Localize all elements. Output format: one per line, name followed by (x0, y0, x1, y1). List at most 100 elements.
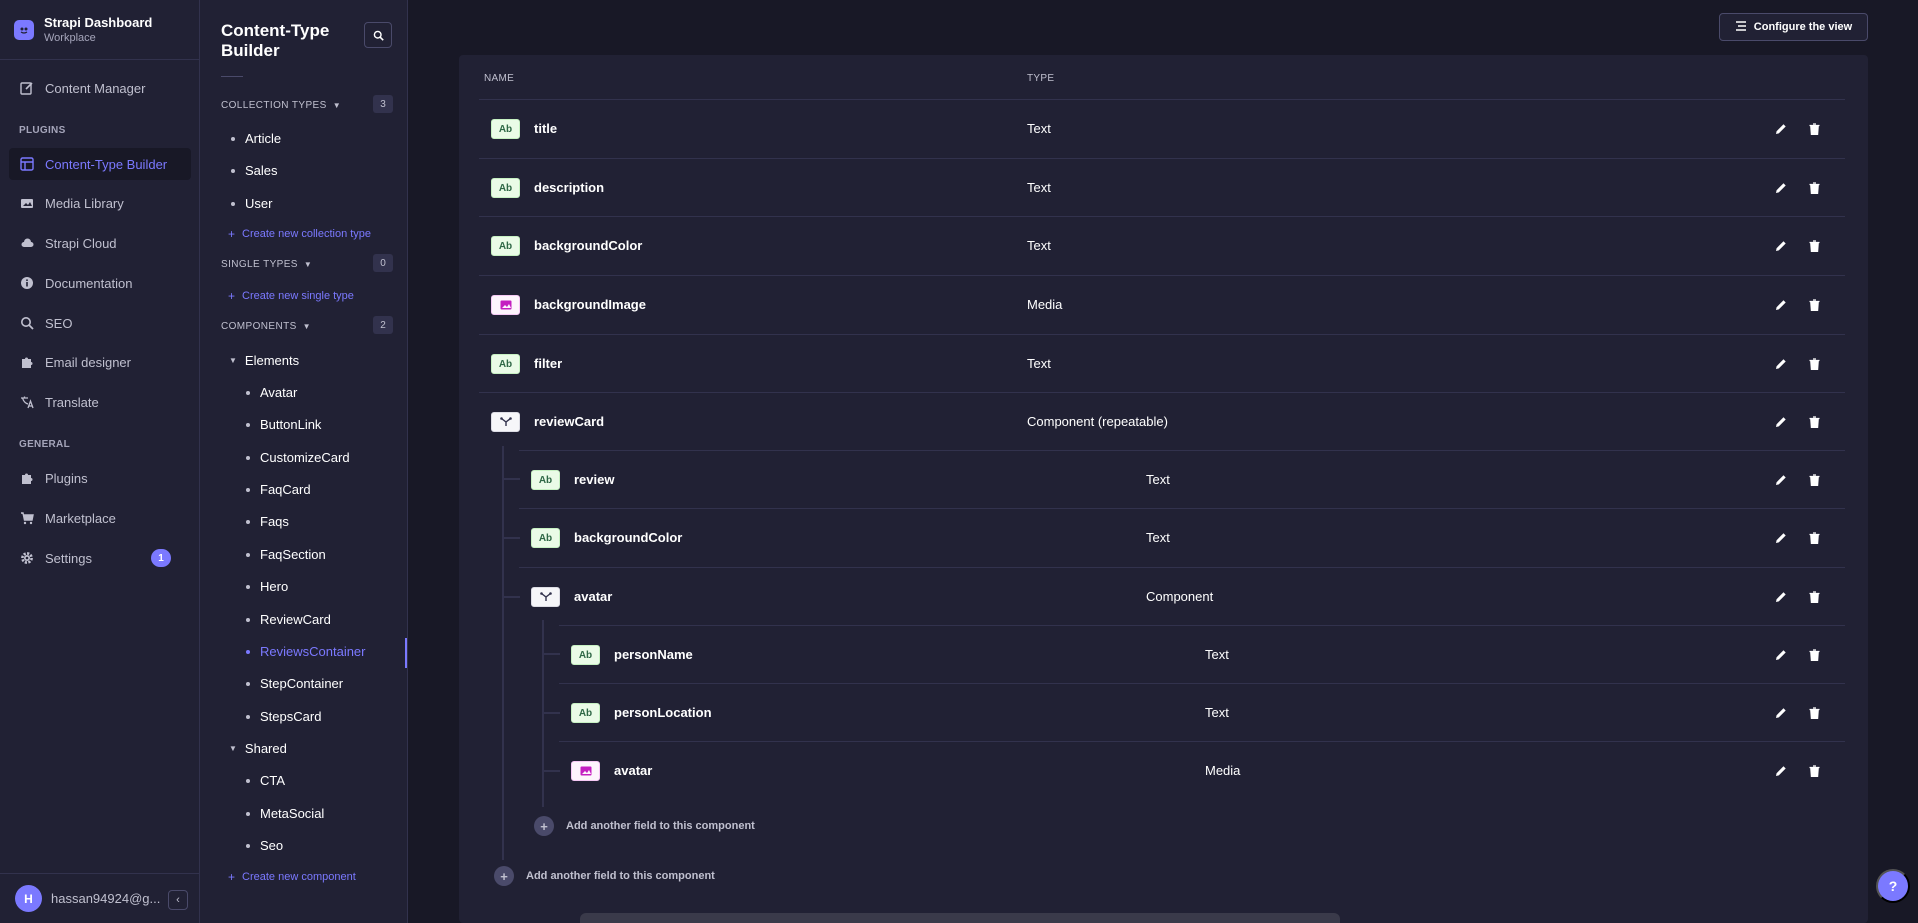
collapse-nav-button[interactable]: ‹ (168, 890, 188, 910)
field-type: Text (1146, 472, 1170, 487)
component-item[interactable]: CTA (246, 773, 285, 788)
pencil-icon[interactable] (1773, 763, 1789, 779)
field-name: title (534, 121, 558, 136)
field-row[interactable]: Ab description Text (479, 158, 1845, 216)
component-item[interactable]: CustomizeCard (246, 450, 350, 465)
component-item[interactable]: Faqs (246, 514, 289, 529)
nav-plugins[interactable]: Plugins (9, 462, 191, 494)
component-item[interactable]: StepsCard (246, 709, 321, 724)
component-item[interactable]: ReviewCard (246, 612, 331, 627)
text-type-icon: Ab (571, 645, 600, 665)
field-row[interactable]: Ab personLocation Text (559, 683, 1845, 741)
component-item[interactable]: Avatar (246, 385, 297, 400)
nav-media-library[interactable]: Media Library (9, 187, 191, 219)
field-row[interactable]: reviewCard Component (repeatable) (479, 392, 1845, 450)
add-field-inner-button[interactable]: + Add another field to this component (534, 816, 755, 836)
subnav-search-button[interactable] (364, 22, 392, 48)
trash-icon[interactable] (1806, 763, 1822, 779)
plus-icon: + (228, 870, 236, 884)
cloud-icon (20, 236, 34, 250)
help-button[interactable]: ? (1876, 869, 1910, 903)
field-row[interactable]: Ab personName Text (559, 625, 1845, 683)
item-label: Seo (260, 838, 284, 853)
trash-icon[interactable] (1806, 180, 1822, 196)
item-label: StepsCard (260, 709, 322, 724)
pencil-icon[interactable] (1773, 705, 1789, 721)
pencil-icon[interactable] (1773, 589, 1789, 605)
nav-label: Strapi Cloud (45, 235, 117, 251)
field-row[interactable]: backgroundImage Media (479, 275, 1845, 333)
field-row[interactable]: avatar Component (519, 567, 1845, 625)
component-item[interactable]: ButtonLink (246, 417, 321, 432)
component-group-shared[interactable]: ▼ Shared (229, 741, 287, 756)
nav-translate[interactable]: Translate (9, 386, 191, 418)
field-row[interactable]: Ab backgroundColor Text (479, 216, 1845, 274)
trash-icon[interactable] (1806, 297, 1822, 313)
create-component-link[interactable]: + Create new component (228, 870, 356, 884)
single-types-count: 0 (373, 254, 393, 272)
trash-icon[interactable] (1806, 647, 1822, 663)
create-collection-type-link[interactable]: + Create new collection type (228, 227, 371, 241)
component-item[interactable]: StepContainer (246, 676, 343, 691)
field-row[interactable]: Ab backgroundColor Text (519, 508, 1845, 566)
bullet (231, 201, 235, 206)
trash-icon[interactable] (1806, 356, 1822, 372)
item-label: ButtonLink (260, 417, 322, 432)
component-item[interactable]: Seo (246, 838, 283, 853)
component-item[interactable]: FaqSection (246, 547, 326, 562)
single-types-toggle[interactable]: SINGLE TYPES ▼ (221, 259, 312, 270)
nav-documentation[interactable]: Documentation (9, 267, 191, 299)
trash-icon[interactable] (1806, 121, 1822, 137)
component-item[interactable]: Hero (246, 579, 288, 594)
nav-email-designer[interactable]: Email designer (9, 346, 191, 378)
nav-settings[interactable]: Settings 1 (9, 542, 191, 574)
pencil-icon[interactable] (1773, 472, 1789, 488)
subnav-title: Content-Type Builder (221, 21, 330, 60)
trash-icon[interactable] (1806, 705, 1822, 721)
nav-marketplace[interactable]: Marketplace (9, 502, 191, 534)
component-item-active[interactable]: ReviewsContainer (246, 644, 366, 659)
field-row[interactable]: Ab title Text (479, 99, 1845, 157)
field-row[interactable]: Ab filter Text (479, 334, 1845, 392)
link-label: Create new single type (242, 290, 354, 302)
configure-view-button[interactable]: Configure the view (1719, 13, 1868, 41)
brand[interactable]: Strapi Dashboard Workplace (0, 0, 199, 60)
field-row[interactable]: avatar Media (559, 741, 1845, 799)
text-type-icon: Ab (491, 119, 520, 139)
avatar: H (15, 885, 42, 912)
nav-seo[interactable]: SEO (9, 307, 191, 339)
nav-content-manager[interactable]: Content Manager (9, 72, 191, 104)
pencil-icon[interactable] (1773, 238, 1789, 254)
pencil-icon[interactable] (1773, 180, 1789, 196)
component-group-elements[interactable]: ▼ Elements (229, 353, 299, 368)
components-toggle[interactable]: COMPONENTS ▼ (221, 321, 311, 332)
pencil-icon[interactable] (1773, 356, 1789, 372)
add-field-outer-button[interactable]: + Add another field to this component (494, 866, 715, 886)
nav-strapi-cloud[interactable]: Strapi Cloud (9, 227, 191, 259)
component-item[interactable]: FaqCard (246, 482, 311, 497)
collection-item[interactable]: User (231, 196, 272, 211)
pencil-icon[interactable] (1773, 530, 1789, 546)
field-type: Component (1146, 589, 1214, 604)
collection-item[interactable]: Sales (231, 163, 278, 178)
nav-content-type-builder[interactable]: Content-Type Builder (9, 148, 191, 180)
pencil-icon[interactable] (1773, 414, 1789, 430)
field-type: Text (1027, 238, 1051, 253)
trash-icon[interactable] (1806, 472, 1822, 488)
pencil-icon[interactable] (1773, 297, 1789, 313)
field-name: avatar (574, 589, 613, 604)
trash-icon[interactable] (1806, 238, 1822, 254)
trash-icon[interactable] (1806, 589, 1822, 605)
user-bar[interactable]: H hassan94924@g... ‹ (0, 873, 200, 923)
trash-icon[interactable] (1806, 414, 1822, 430)
collection-types-toggle[interactable]: COLLECTION TYPES ▼ (221, 100, 341, 111)
create-single-type-link[interactable]: + Create new single type (228, 289, 354, 303)
field-row[interactable]: Ab review Text (519, 450, 1845, 508)
collection-item[interactable]: Article (231, 131, 281, 146)
trash-icon[interactable] (1806, 530, 1822, 546)
pencil-icon[interactable] (1773, 647, 1789, 663)
field-type: Media (1027, 297, 1063, 312)
component-item[interactable]: MetaSocial (246, 806, 324, 821)
strapi-logo-icon (14, 19, 34, 40)
pencil-icon[interactable] (1773, 121, 1789, 137)
